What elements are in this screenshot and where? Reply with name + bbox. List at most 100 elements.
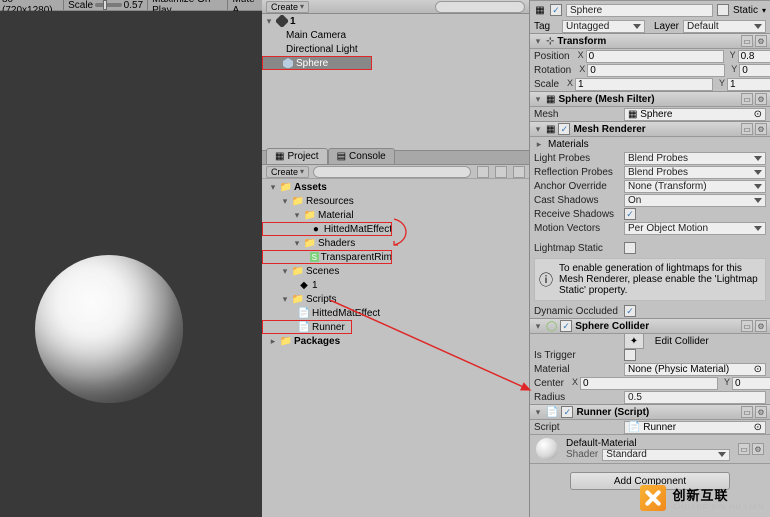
asset-runner-script[interactable]: 📄Runner [262,320,352,334]
meshfilter-header[interactable]: ▾▦Sphere (Mesh Filter)▭⚙ [530,92,770,107]
renderer-checkbox[interactable]: ✓ [558,123,570,135]
position-label: Position [534,51,570,62]
hierarchy-search[interactable] [435,1,525,13]
collider-checkbox[interactable]: ✓ [560,320,572,332]
hierarchy-item[interactable]: Directional Light [262,42,529,56]
unity-scene-icon [276,15,288,27]
scale-x[interactable] [575,78,713,91]
physmat-field[interactable]: None (Physic Material)⊙ [624,363,766,376]
radius-label: Radius [534,392,620,403]
script-label: Script [534,422,620,433]
istrigger-checkbox[interactable] [624,349,636,361]
castshadows-label: Cast Shadows [534,195,620,206]
collider-header[interactable]: ▾◯✓Sphere Collider▭⚙ [530,319,770,334]
transform-header[interactable]: ▾⊹Transform▭⚙ [530,34,770,49]
pos-y[interactable] [738,50,770,63]
tab-console[interactable]: ▤Console [328,148,395,164]
gameobject-name-input[interactable] [566,4,713,17]
project-create-dropdown[interactable]: Create [266,166,309,178]
static-checkbox[interactable] [717,4,729,16]
hierarchy-tree[interactable]: ▾ 1 Main Camera Directional Light Sphere [262,14,529,150]
scale-label: Scale [534,79,559,90]
scene-row[interactable]: ▾ 1 [262,14,529,28]
mesh-label: Mesh [534,109,620,120]
folder-scripts[interactable]: ▾📁Scripts [262,292,529,306]
reflectionprobes-label: Reflection Probes [534,167,620,178]
docs-icon[interactable]: ▭ [741,35,753,47]
folder-shaders[interactable]: ▾📁Shaders [262,236,529,250]
receiveshadows-checkbox[interactable]: ✓ [624,208,636,220]
castshadows-dropdown[interactable]: On [624,194,766,207]
script-icon: 📄 [546,407,558,418]
rot-x[interactable] [587,64,725,77]
lightmapstatic-label: Lightmap Static [534,243,620,254]
editcollider-label: Edit Collider [655,336,709,347]
editcollider-button[interactable]: ✦ [624,333,644,349]
hierarchy-item-sphere[interactable]: Sphere [262,56,372,70]
favorite-icon[interactable] [495,166,507,178]
dynamicoccluded-checkbox[interactable]: ✓ [624,305,636,317]
gameobject-icon: ▦ [534,4,546,16]
panel-tabs: ▦Project ▤Console [262,150,529,165]
runner-checkbox[interactable]: ✓ [561,406,573,418]
reflectionprobes-dropdown[interactable]: Blend Probes [624,166,766,179]
mesh-asset-icon: ▦ [628,109,637,120]
hidden-icon[interactable] [513,166,525,178]
scale-slider[interactable] [95,3,122,7]
csharp-icon: 📄 [298,321,310,333]
folder-material[interactable]: ▾📁Material [262,208,529,222]
asset-hittedmateffect[interactable]: ●HittedMatEffect [262,222,392,236]
csharp-icon: 📄 [298,307,310,319]
folder-scenes[interactable]: ▾📁Scenes [262,264,529,278]
scale-y[interactable] [727,78,770,91]
layer-dropdown[interactable]: Default [683,20,766,33]
project-tree[interactable]: ▾📁Assets ▾📁Resources ▾📁Material ●HittedM… [262,179,529,517]
anchor-label: Anchor Override [534,181,620,192]
anchor-dropdown[interactable]: None (Transform) [624,180,766,193]
folder-icon: 📁 [292,293,304,305]
motionvectors-dropdown[interactable]: Per Object Motion [624,222,766,235]
hierarchy-item[interactable]: Main Camera [262,28,529,42]
shader-dropdown[interactable]: Standard [602,449,730,461]
rot-y[interactable] [739,64,770,77]
lightmapstatic-checkbox[interactable] [624,242,636,254]
renderer-icon: ▦ [546,124,555,135]
center-y[interactable] [732,377,770,390]
runner-header[interactable]: ▾📄✓Runner (Script)▭⚙ [530,405,770,420]
material-preview[interactable]: Default-Material ShaderStandard ▭⚙ [530,434,770,464]
folder-icon: 📁 [292,265,304,277]
center-x[interactable] [580,377,718,390]
gear-icon[interactable]: ⚙ [755,35,767,47]
mesh-field[interactable]: ▦ Sphere⊙ [624,108,766,121]
folder-icon: 📁 [292,195,304,207]
asset-script[interactable]: 📄HittedMatEffect [262,306,529,320]
pos-x[interactable] [586,50,724,63]
radius-input[interactable] [624,391,766,404]
materials-label[interactable]: Materials [548,139,589,150]
project-search[interactable] [313,166,471,178]
folder-resources[interactable]: ▾📁Resources [262,194,529,208]
tag-label: Tag [534,21,558,32]
shader-label: Shader [566,449,598,460]
folder-icon: 📁 [304,209,316,221]
motionvectors-label: Motion Vectors [534,223,620,234]
asset-transparentrim[interactable]: STransparentRim [262,250,392,264]
static-label: Static [733,5,758,16]
mesh-icon: ▦ [546,94,555,105]
tag-dropdown[interactable]: Untagged [562,20,645,33]
hierarchy-create-dropdown[interactable]: Create [266,1,309,13]
filter-icon[interactable] [477,166,489,178]
lightprobes-dropdown[interactable]: Blend Probes [624,152,766,165]
folder-assets[interactable]: ▾📁Assets [262,180,529,194]
tab-project[interactable]: ▦Project [266,148,328,164]
game-panel: 80 (720x1280) Scale 0.57 Maximize On Pla… [0,0,262,517]
folder-packages[interactable]: ▸📁Packages [262,334,529,348]
meshrenderer-header[interactable]: ▾▦✓Mesh Renderer▭⚙ [530,122,770,137]
folder-icon: 📁 [280,335,292,347]
layer-label: Layer [649,21,679,32]
lightprobes-label: Light Probes [534,153,620,164]
script-field[interactable]: 📄 Runner⊙ [624,421,766,434]
active-checkbox[interactable]: ✓ [550,4,562,16]
asset-scene[interactable]: ◆1 [262,278,529,292]
transform-icon: ⊹ [546,36,554,47]
